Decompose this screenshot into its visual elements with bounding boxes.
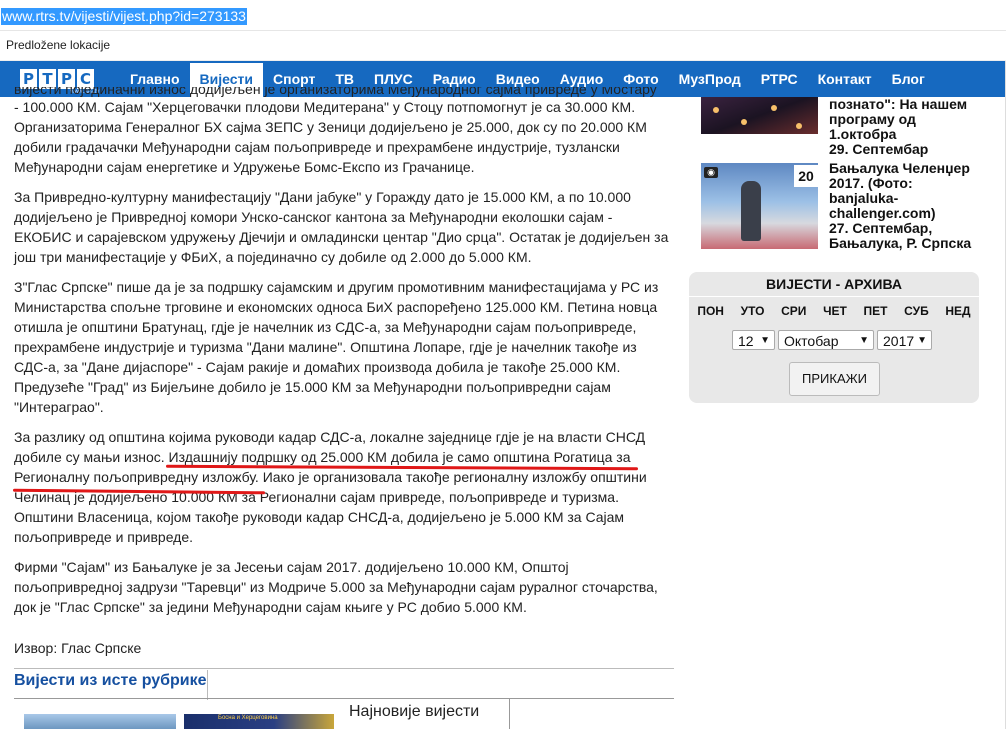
article-line: Предузеће "Град" из Бијељине добило је 1… xyxy=(14,379,611,395)
camera-icon: ◉ xyxy=(704,167,718,178)
related-thumbnail[interactable]: Босна и Херцеговина xyxy=(184,714,334,729)
weekday-label: ЧЕТ xyxy=(823,304,847,318)
archive-title: ВИЈЕСТИ - АРХИВА xyxy=(689,272,979,297)
article-line: За разлику од општина којима руководи ка… xyxy=(14,429,646,445)
chevron-down-icon: ▼ xyxy=(760,335,770,346)
article-paragraph: - 100.000 КМ. Сајам "Херцеговачки плодов… xyxy=(14,97,678,177)
article-line: СДС-а, за "Дане дијаспоре" - Сајам ракиј… xyxy=(14,359,621,375)
nav-item-rtrs[interactable]: РТРС xyxy=(751,61,808,97)
sidebar-gallery-line: Бањалука, Р. Српска xyxy=(829,235,972,251)
sidebar-gallery-line: 27. Септембар, xyxy=(829,220,933,236)
article-line: додијељено је Привредној комори Унско-са… xyxy=(14,209,613,225)
weekday-label: СУБ xyxy=(904,304,929,318)
day-value: 12 xyxy=(738,333,754,349)
article-line: добиле су мањи износ. Издашнију подршку … xyxy=(14,449,631,465)
suggestions-dropdown: Predložene lokacije xyxy=(0,31,1006,61)
related-news-tab[interactable]: Вијести из исте рубрике xyxy=(14,672,207,690)
nav-item-kontakt[interactable]: Контакт xyxy=(808,61,882,97)
weekday-label: УТО xyxy=(740,304,765,318)
article-line: док је "Глас Српске" за једини Међународ… xyxy=(14,599,527,615)
chevron-down-icon: ▼ xyxy=(917,335,927,346)
article-line: прехрамбене индустрије и туризма "Дани м… xyxy=(14,339,637,355)
article-line: још три манифестације у ФБиХ, а поједина… xyxy=(14,249,532,265)
thumbnail-caption: Босна и Херцеговина xyxy=(218,715,278,721)
year-value: 2017 xyxy=(883,333,915,349)
show-archive-button[interactable]: ПРИКАЖИ xyxy=(789,362,880,396)
month-value: Октобар xyxy=(784,333,839,349)
nav-item-muzprod[interactable]: МузПрод xyxy=(669,61,751,97)
sidebar-gallery-text[interactable]: Бањалука Челенџер 2017. (Фото: banjaluka… xyxy=(829,161,989,251)
sidebar-gallery-line: 2017. (Фото: xyxy=(829,175,913,191)
sidebar-gallery-line: challenger.com) xyxy=(829,205,936,221)
chevron-down-icon: ▼ xyxy=(859,335,869,346)
article-line: пољопривреде и привреде. xyxy=(14,529,194,545)
rtrs-logo[interactable]: Р Т Р С xyxy=(20,69,94,89)
nav-item-blog[interactable]: Блог xyxy=(882,61,935,97)
article-line: отишла је општини Братунац, гдје је наче… xyxy=(14,319,637,335)
article-source: Извор: Глас Српске xyxy=(14,640,142,656)
article-line: За Привредно-културну манифестацију "Дан… xyxy=(14,189,631,205)
article-line: Регионалну пољопривредну изложбу. Иако ј… xyxy=(14,469,647,485)
sidebar-gallery-image[interactable]: ◉ 20 xyxy=(701,163,818,249)
sidebar-news-line: 1.октобра xyxy=(829,126,897,142)
sidebar-gallery-line: banjaluka- xyxy=(829,190,899,206)
logo-letter: Р xyxy=(58,69,75,89)
month-select[interactable]: Октобар ▼ xyxy=(778,330,874,350)
weekday-label: СРИ xyxy=(781,304,807,318)
suggestions-label: Predložene lokacije xyxy=(6,38,111,52)
article-body: вијести појединачни износ додијељен је о… xyxy=(14,87,678,627)
logo-letter: Т xyxy=(39,69,56,89)
weekday-label: ПЕТ xyxy=(863,304,888,318)
article-paragraph: За разлику од општина којима руководи ка… xyxy=(14,427,678,547)
day-select[interactable]: 12 ▼ xyxy=(732,330,775,350)
article-paragraph: З"Глас Српске" пише да је за подршку сај… xyxy=(14,277,678,417)
year-select[interactable]: 2017 ▼ xyxy=(877,330,932,350)
photo-count-badge: 20 xyxy=(794,165,818,187)
latest-news-tab[interactable]: Најновије вијести xyxy=(349,703,479,721)
news-archive-widget: ВИЈЕСТИ - АРХИВА ПОН УТО СРИ ЧЕТ ПЕТ СУБ… xyxy=(689,272,979,403)
tennis-player-figure xyxy=(741,181,761,241)
article-paragraph: За Привредно-културну манифестацију "Дан… xyxy=(14,187,678,267)
logo-letter: Р xyxy=(20,69,37,89)
sidebar-news-line: познато": На нашем xyxy=(829,96,968,112)
weekday-label: НЕД xyxy=(945,304,971,318)
article-line: Међународни сајам енергетике и Удружење … xyxy=(14,159,475,175)
address-bar[interactable]: www.rtrs.tv/vijesti/vijest.php?id=273133 xyxy=(0,0,1006,31)
article-line: пољопривредној задрузи "Таревци" из Модр… xyxy=(14,579,658,595)
article-line: Организаторима Генералног БХ сајма ЗЕПС … xyxy=(14,119,647,135)
article-paragraph: Фирми "Сајам" из Бањалуке је за Јесењи с… xyxy=(14,557,678,617)
article-line: ЕКОБИС и сарајевском удружењу Дјечији и … xyxy=(14,229,669,245)
article-line: Фирми "Сајам" из Бањалуке је за Јесењи с… xyxy=(14,559,569,575)
sidebar-news-line: програму од xyxy=(829,111,916,127)
url-text[interactable]: www.rtrs.tv/vijesti/vijest.php?id=273133 xyxy=(1,8,247,25)
article-cut-line: вијести појединачни износ додијељен је о… xyxy=(14,87,678,97)
logo-letter: С xyxy=(77,69,94,89)
weekday-header: ПОН УТО СРИ ЧЕТ ПЕТ СУБ НЕД xyxy=(689,304,979,318)
sidebar-news-text[interactable]: познато": На нашем програму од 1.октобра… xyxy=(829,97,967,157)
article-line: - 100.000 КМ. Сајам "Херцеговачки плодов… xyxy=(14,99,636,115)
divider xyxy=(207,670,208,700)
sidebar-gallery-line: Бањалука Челенџер xyxy=(829,160,970,176)
article-line: "Интераграо". xyxy=(14,399,104,415)
weekday-label: ПОН xyxy=(697,304,724,318)
article-line: З"Глас Српске" пише да је за подршку сај… xyxy=(14,279,659,295)
sidebar-news-image[interactable] xyxy=(701,97,818,134)
related-thumbnail[interactable] xyxy=(24,714,176,729)
article-line: Општини Власеница, којом такође руководи… xyxy=(14,509,625,525)
sidebar-news-line: 29. Септембар xyxy=(829,141,929,157)
divider xyxy=(14,668,674,669)
article-line: добили градачачки Међународни сајам пољо… xyxy=(14,139,620,155)
article-line: вијести појединачни износ додијељен је о… xyxy=(14,87,657,97)
article-line: Министарства спољне трговине и економски… xyxy=(14,299,658,315)
